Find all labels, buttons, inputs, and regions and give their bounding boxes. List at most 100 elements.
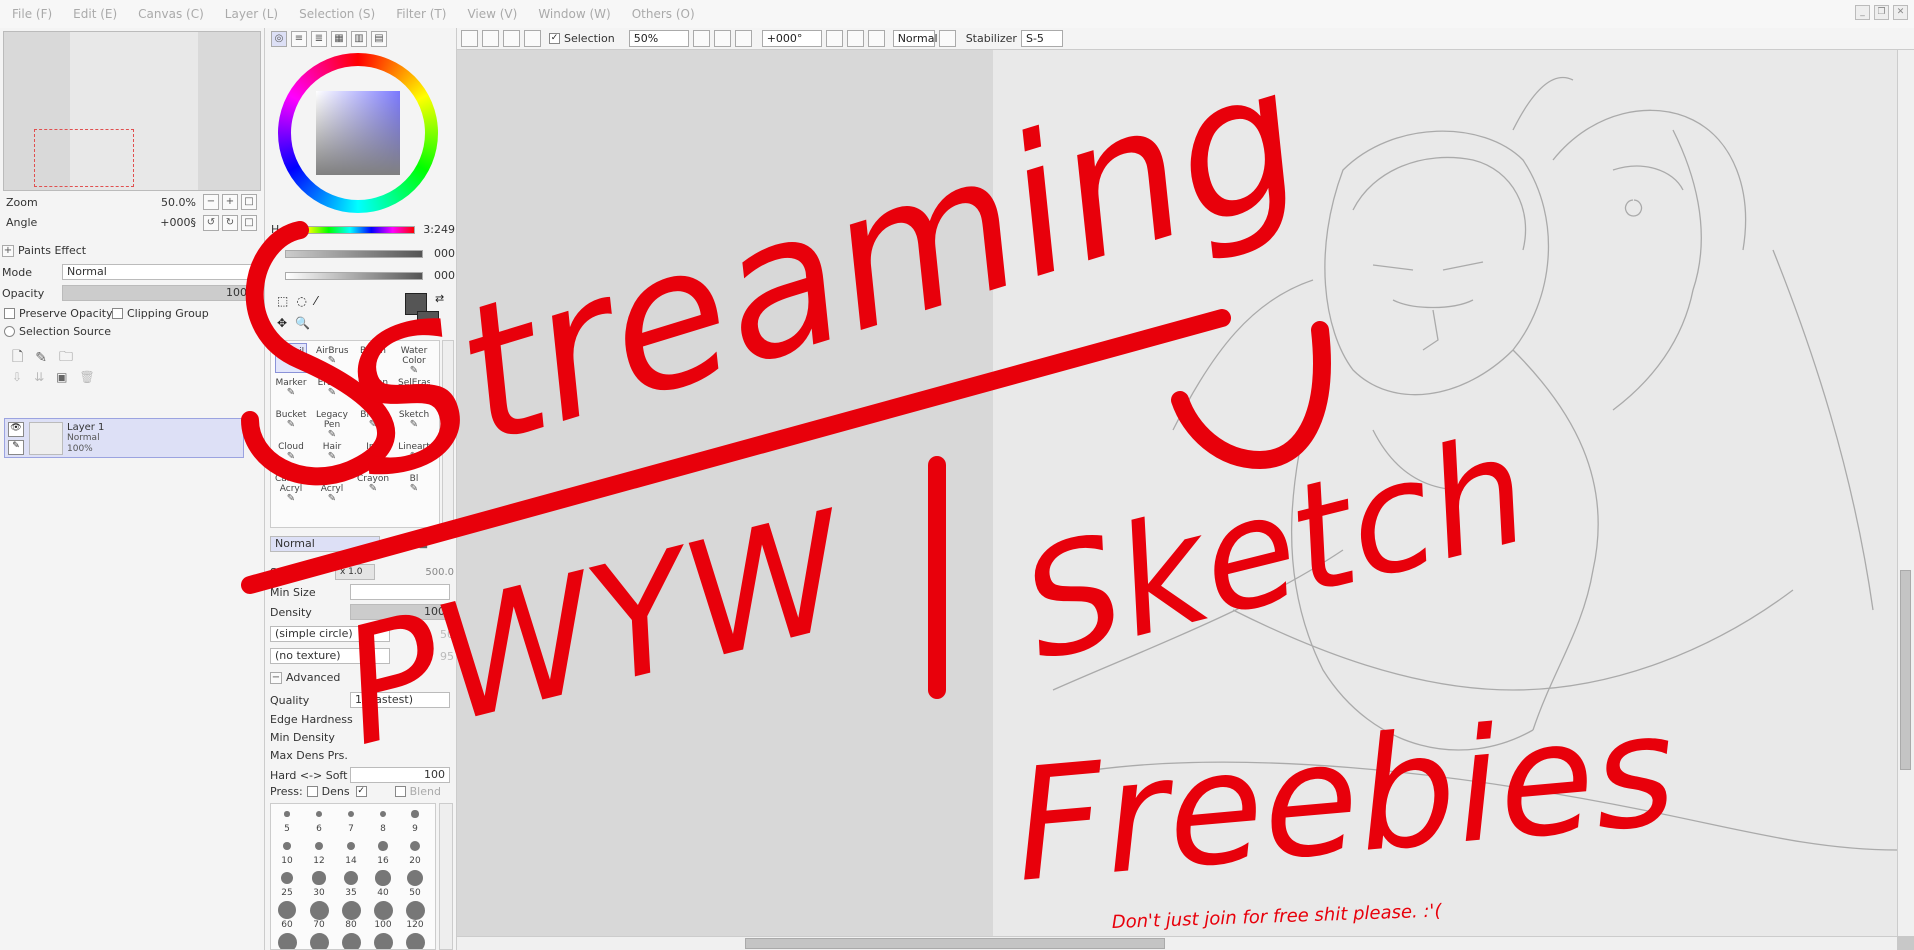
tool-marker[interactable]: Marker ✎: [275, 375, 307, 405]
angle-value[interactable]: +000§: [160, 216, 196, 229]
tool-water-color[interactable]: Water Color ✎: [398, 343, 430, 373]
brush-size-dot[interactable]: [406, 869, 424, 887]
brush-size-dot[interactable]: [341, 900, 361, 920]
brush-size-dot[interactable]: [411, 810, 419, 818]
clear-layer-icon[interactable]: ▣: [56, 370, 67, 384]
brush-size-dot[interactable]: [373, 932, 393, 949]
zoom-dropdown[interactable]: 50%: [628, 30, 689, 47]
invert-selection-icon[interactable]: [524, 30, 541, 47]
tool-lineart[interactable]: Lineart ✎: [398, 439, 430, 469]
scratchpad-tab-icon[interactable]: ▤: [371, 31, 387, 47]
brush-size-dot[interactable]: [347, 810, 355, 818]
horizontal-scroll-thumb[interactable]: [745, 938, 1165, 949]
tool-seleras[interactable]: SelEras ✎: [398, 375, 430, 405]
minimize-icon[interactable]: _: [1855, 5, 1870, 20]
tool-bucket[interactable]: Bucket ✎: [275, 407, 307, 437]
tool-grid-scrollbar[interactable]: [442, 340, 454, 528]
brush-shape-value[interactable]: 50: [440, 628, 454, 641]
tool-brush[interactable]: Brush ✎: [357, 343, 389, 373]
menu-layer[interactable]: Layer (L): [225, 7, 278, 21]
brush-texture-select[interactable]: (no texture): [270, 648, 390, 664]
saturation-slider[interactable]: [285, 249, 423, 258]
brush-size-dot[interactable]: [283, 842, 291, 850]
rotate-cw-icon[interactable]: [846, 30, 864, 47]
press-blend-checkbox[interactable]: [394, 786, 406, 797]
rotate-ccw-icon[interactable]: [825, 30, 843, 47]
brush-size-dot[interactable]: [405, 932, 425, 949]
zoom-out-button[interactable]: −: [203, 194, 219, 210]
menu-canvas[interactable]: Canvas (C): [138, 7, 204, 21]
restore-icon[interactable]: ❐: [1874, 5, 1889, 20]
clipping-group-checkbox[interactable]: [112, 308, 123, 319]
press-size-checkbox[interactable]: ✓: [355, 786, 367, 797]
undo-icon[interactable]: [461, 30, 478, 47]
lasso-icon[interactable]: ◌: [296, 294, 306, 308]
zoom-reset-button[interactable]: □: [241, 194, 257, 210]
rotate-reset-icon[interactable]: [867, 30, 885, 47]
brush-size-dot[interactable]: [277, 932, 297, 949]
zoom-tool-icon[interactable]: 🔍: [295, 316, 310, 330]
vertical-scroll-thumb[interactable]: [1900, 570, 1911, 770]
menu-file[interactable]: File (F): [12, 7, 52, 21]
tool-legacy-pen[interactable]: Legacy Pen ✎: [316, 407, 348, 437]
zoom-out-icon[interactable]: [692, 30, 710, 47]
tool-crayon[interactable]: Crayon ✎: [357, 471, 389, 501]
brush-size-dot[interactable]: [309, 900, 329, 920]
brush-size-dot[interactable]: [316, 811, 322, 817]
value-slider[interactable]: [285, 271, 423, 280]
zoom-in-button[interactable]: +: [222, 194, 238, 210]
zoom-value[interactable]: 50.0%: [161, 196, 196, 209]
blend-dropdown[interactable]: Normal: [892, 30, 938, 47]
swatches-tab-icon[interactable]: ▦: [331, 31, 347, 47]
brush-size-dot[interactable]: [379, 810, 387, 818]
tool-canvas-acryl[interactable]: Canvas Acryl ✎: [275, 471, 307, 501]
menu-filter[interactable]: Filter (T): [396, 7, 446, 21]
advanced-header[interactable]: − Advanced: [270, 671, 340, 684]
close-icon[interactable]: ✕: [1893, 5, 1908, 20]
layer-item[interactable]: 👁 ✎ Layer 1 Normal 100%: [4, 418, 244, 458]
vertical-scrollbar[interactable]: [1897, 50, 1914, 936]
user-swatch-tab-icon[interactable]: ▥: [351, 31, 367, 47]
tool-ink[interactable]: Ink ✎: [357, 439, 389, 469]
selection-source-radio[interactable]: [4, 326, 15, 337]
tool-sketch[interactable]: Sketch ✎: [398, 407, 430, 437]
flip-icon[interactable]: [938, 30, 956, 47]
brush-size-dot[interactable]: [312, 871, 326, 885]
visibility-icon[interactable]: 👁: [8, 422, 24, 437]
brush-size-dot[interactable]: [378, 841, 388, 851]
tool-cloud[interactable]: Cloud ✎: [275, 439, 307, 469]
menu-window[interactable]: Window (W): [538, 7, 610, 21]
zoom-fit-icon[interactable]: [734, 30, 752, 47]
color-wheel-tab-icon[interactable]: ◎: [271, 31, 287, 47]
brush-size-dot[interactable]: [373, 900, 393, 920]
brush-size-dot[interactable]: [341, 932, 361, 949]
mode-select[interactable]: Normal: [62, 264, 252, 280]
menu-selection[interactable]: Selection (S): [299, 7, 375, 21]
press-dens-checkbox[interactable]: [306, 786, 318, 797]
pen-icon[interactable]: ✎: [8, 440, 24, 455]
brush-size-dot[interactable]: [277, 900, 297, 920]
brush-size-dot[interactable]: [409, 840, 421, 852]
color-wheel[interactable]: [278, 53, 438, 213]
paints-effect-header[interactable]: + Paints Effect: [2, 244, 86, 257]
brush-size-scrollbar[interactable]: [439, 803, 453, 950]
tool-eraser[interactable]: Eraser ✎: [316, 375, 348, 405]
swap-colors-icon[interactable]: ⇄: [435, 292, 444, 305]
density-slider[interactable]: 100: [350, 604, 450, 620]
angle-dropdown[interactable]: +000°: [761, 30, 822, 47]
magic-wand-icon[interactable]: ⁄: [315, 294, 317, 308]
new-linework-layer-icon[interactable]: ✎: [35, 350, 47, 366]
tool-bl[interactable]: Bl ✎: [398, 471, 430, 501]
rotate-right-button[interactable]: ↻: [222, 215, 238, 231]
new-folder-icon[interactable]: 🗀: [59, 346, 73, 370]
move-icon[interactable]: ✥: [277, 316, 287, 330]
tool-pencil[interactable]: Pencil ✎: [275, 343, 307, 373]
tool-selpen[interactable]: SelPen ✎: [357, 375, 389, 405]
brush-tip-shapes[interactable]: ▲ ▲ ▲ ■: [386, 539, 428, 550]
collapse-icon[interactable]: −: [270, 671, 282, 684]
tool-hair[interactable]: Hair ✎: [316, 439, 348, 469]
size-value[interactable]: 500.0: [425, 567, 454, 578]
size-multiplier[interactable]: x 1.0: [335, 564, 375, 580]
menu-others[interactable]: Others (O): [632, 7, 695, 21]
drawing-canvas[interactable]: [457, 50, 1897, 936]
